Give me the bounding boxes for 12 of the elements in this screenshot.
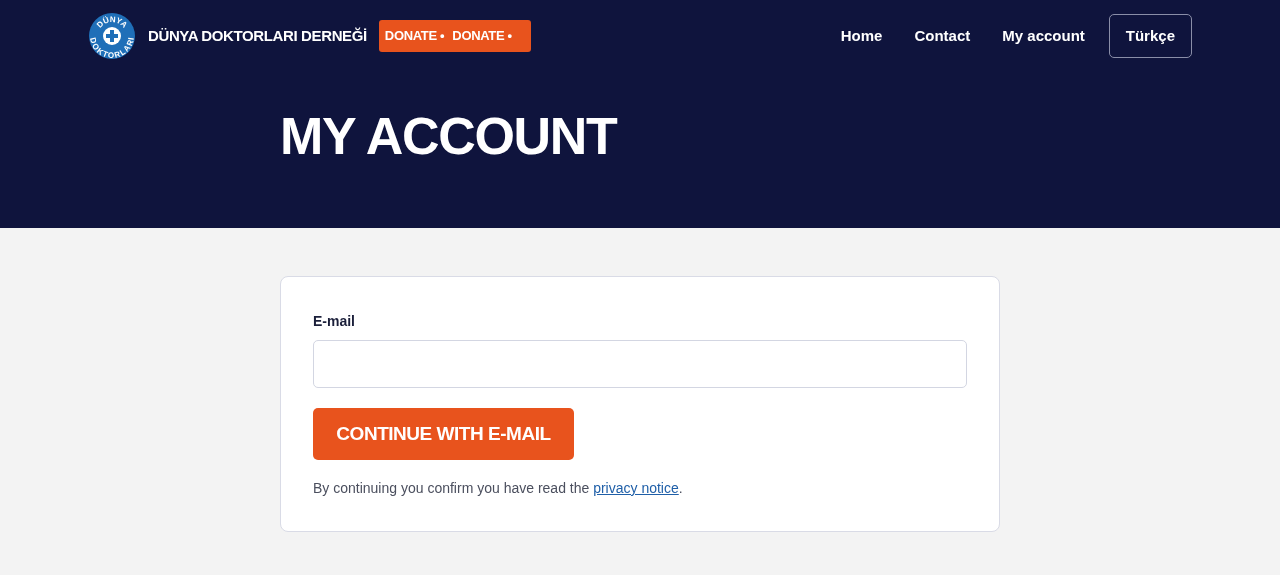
privacy-sentence: By continuing you confirm you have read the privacy notice. <box>313 479 684 498</box>
brand-name[interactable]: DÜNYA DOKTORLARI DERNEĞİ <box>148 24 367 48</box>
nav-link[interactable]: Home <box>840 24 883 48</box>
nav-link[interactable]: Contact <box>914 24 971 48</box>
page-title: MY ACCOUNT <box>280 110 619 162</box>
email-field[interactable] <box>313 340 967 388</box>
donate-banner[interactable]: DONATE • DONATE • <box>378 20 531 52</box>
email-label: E-mail <box>313 312 356 331</box>
privacy-link[interactable]: privacy notice <box>593 480 679 496</box>
language-button[interactable]: Türkçe <box>1108 14 1192 58</box>
continue-button[interactable]: CONTINUE WITH E-MAIL <box>313 408 574 460</box>
nav-link[interactable]: My account <box>1002 24 1085 48</box>
